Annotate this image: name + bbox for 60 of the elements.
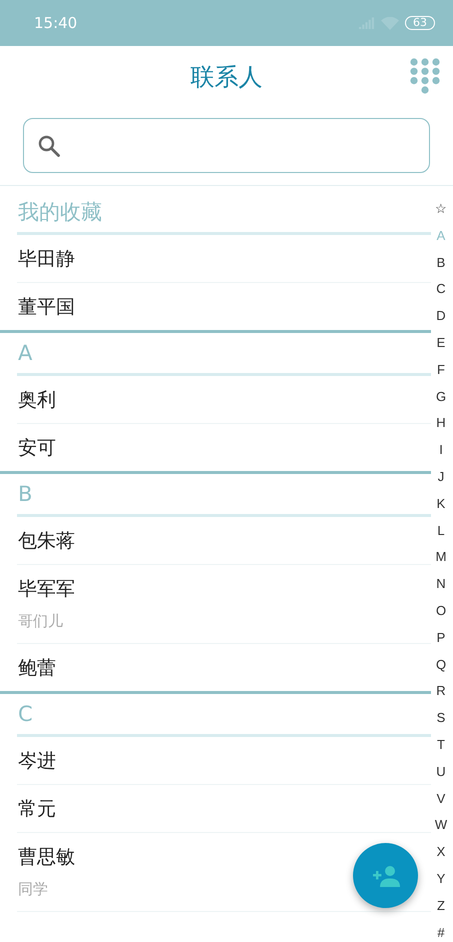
contact-row[interactable]: 包朱蒋 [17,517,431,564]
index-letter[interactable]: F [437,356,445,384]
add-person-icon [372,864,400,886]
index-letter[interactable]: Q [436,652,446,678]
index-letter[interactable]: O [436,598,446,625]
status-time: 15:40 [34,14,78,32]
index-letter[interactable]: T [437,732,445,759]
index-letter[interactable]: ☆ [435,196,447,223]
contact-note: 同学 [18,880,49,899]
contact-name: 曹思敏 [18,845,76,870]
contact-name: 董平国 [18,294,76,320]
contact-row[interactable]: 董平国 [17,282,431,330]
add-contact-button[interactable] [353,843,418,908]
contact-row[interactable]: 岑进 [17,737,431,784]
page-title: 联系人 [190,62,262,93]
index-letter[interactable]: L [437,518,445,544]
contact-row[interactable]: 毕军军 哥们儿 [17,564,431,643]
contact-name: 毕田静 [18,246,76,272]
contact-name: 毕军军 [18,577,76,602]
index-letter[interactable]: R [436,678,446,706]
contact-row[interactable]: 奥利 [17,376,431,423]
contact-row[interactable]: 鲍蕾 [17,643,431,691]
index-letter[interactable]: C [436,276,446,304]
index-letter[interactable]: B [436,250,446,276]
index-letter[interactable]: D [436,303,446,330]
index-letter[interactable]: V [436,786,446,812]
index-letter[interactable]: N [436,571,446,598]
section-header: B [17,474,431,517]
index-letter[interactable]: Z [437,892,445,920]
contact-name: 常元 [18,796,57,822]
contact-name: 奥利 [18,388,57,412]
contact-name: 岑进 [18,748,57,774]
index-letter[interactable]: U [436,758,446,786]
contact-row[interactable]: 常元 [17,784,431,832]
index-letter[interactable]: P [436,624,446,652]
contact-note: 哥们儿 [18,612,64,631]
index-letter[interactable]: M [436,544,446,572]
section-header: 我的收藏 [17,192,431,235]
index-letter[interactable]: X [436,839,446,866]
index-letter[interactable]: # [437,920,445,942]
battery-level: 63 [405,16,435,30]
index-letter[interactable]: G [436,384,446,410]
contact-name: 鲍蕾 [18,656,57,680]
section-header: A [17,333,431,376]
index-letter[interactable]: E [436,330,446,357]
search-icon [38,134,60,156]
contact-row[interactable]: 毕田静 [17,235,431,282]
index-letter[interactable]: S [436,705,446,732]
contact-row[interactable]: 安可 [17,423,431,471]
index-letter[interactable]: W [434,812,448,840]
index-letter[interactable]: H [436,410,446,438]
contact-name: 安可 [18,436,57,460]
index-letter[interactable]: J [438,464,444,491]
contact-name: 包朱蒋 [18,528,76,554]
dialpad-icon[interactable] [410,58,440,94]
index-letter[interactable]: K [436,490,446,518]
index-letter[interactable]: I [439,437,443,464]
index-letter[interactable]: Y [436,866,446,893]
search-field[interactable] [23,118,430,173]
section-header: C [17,694,431,737]
